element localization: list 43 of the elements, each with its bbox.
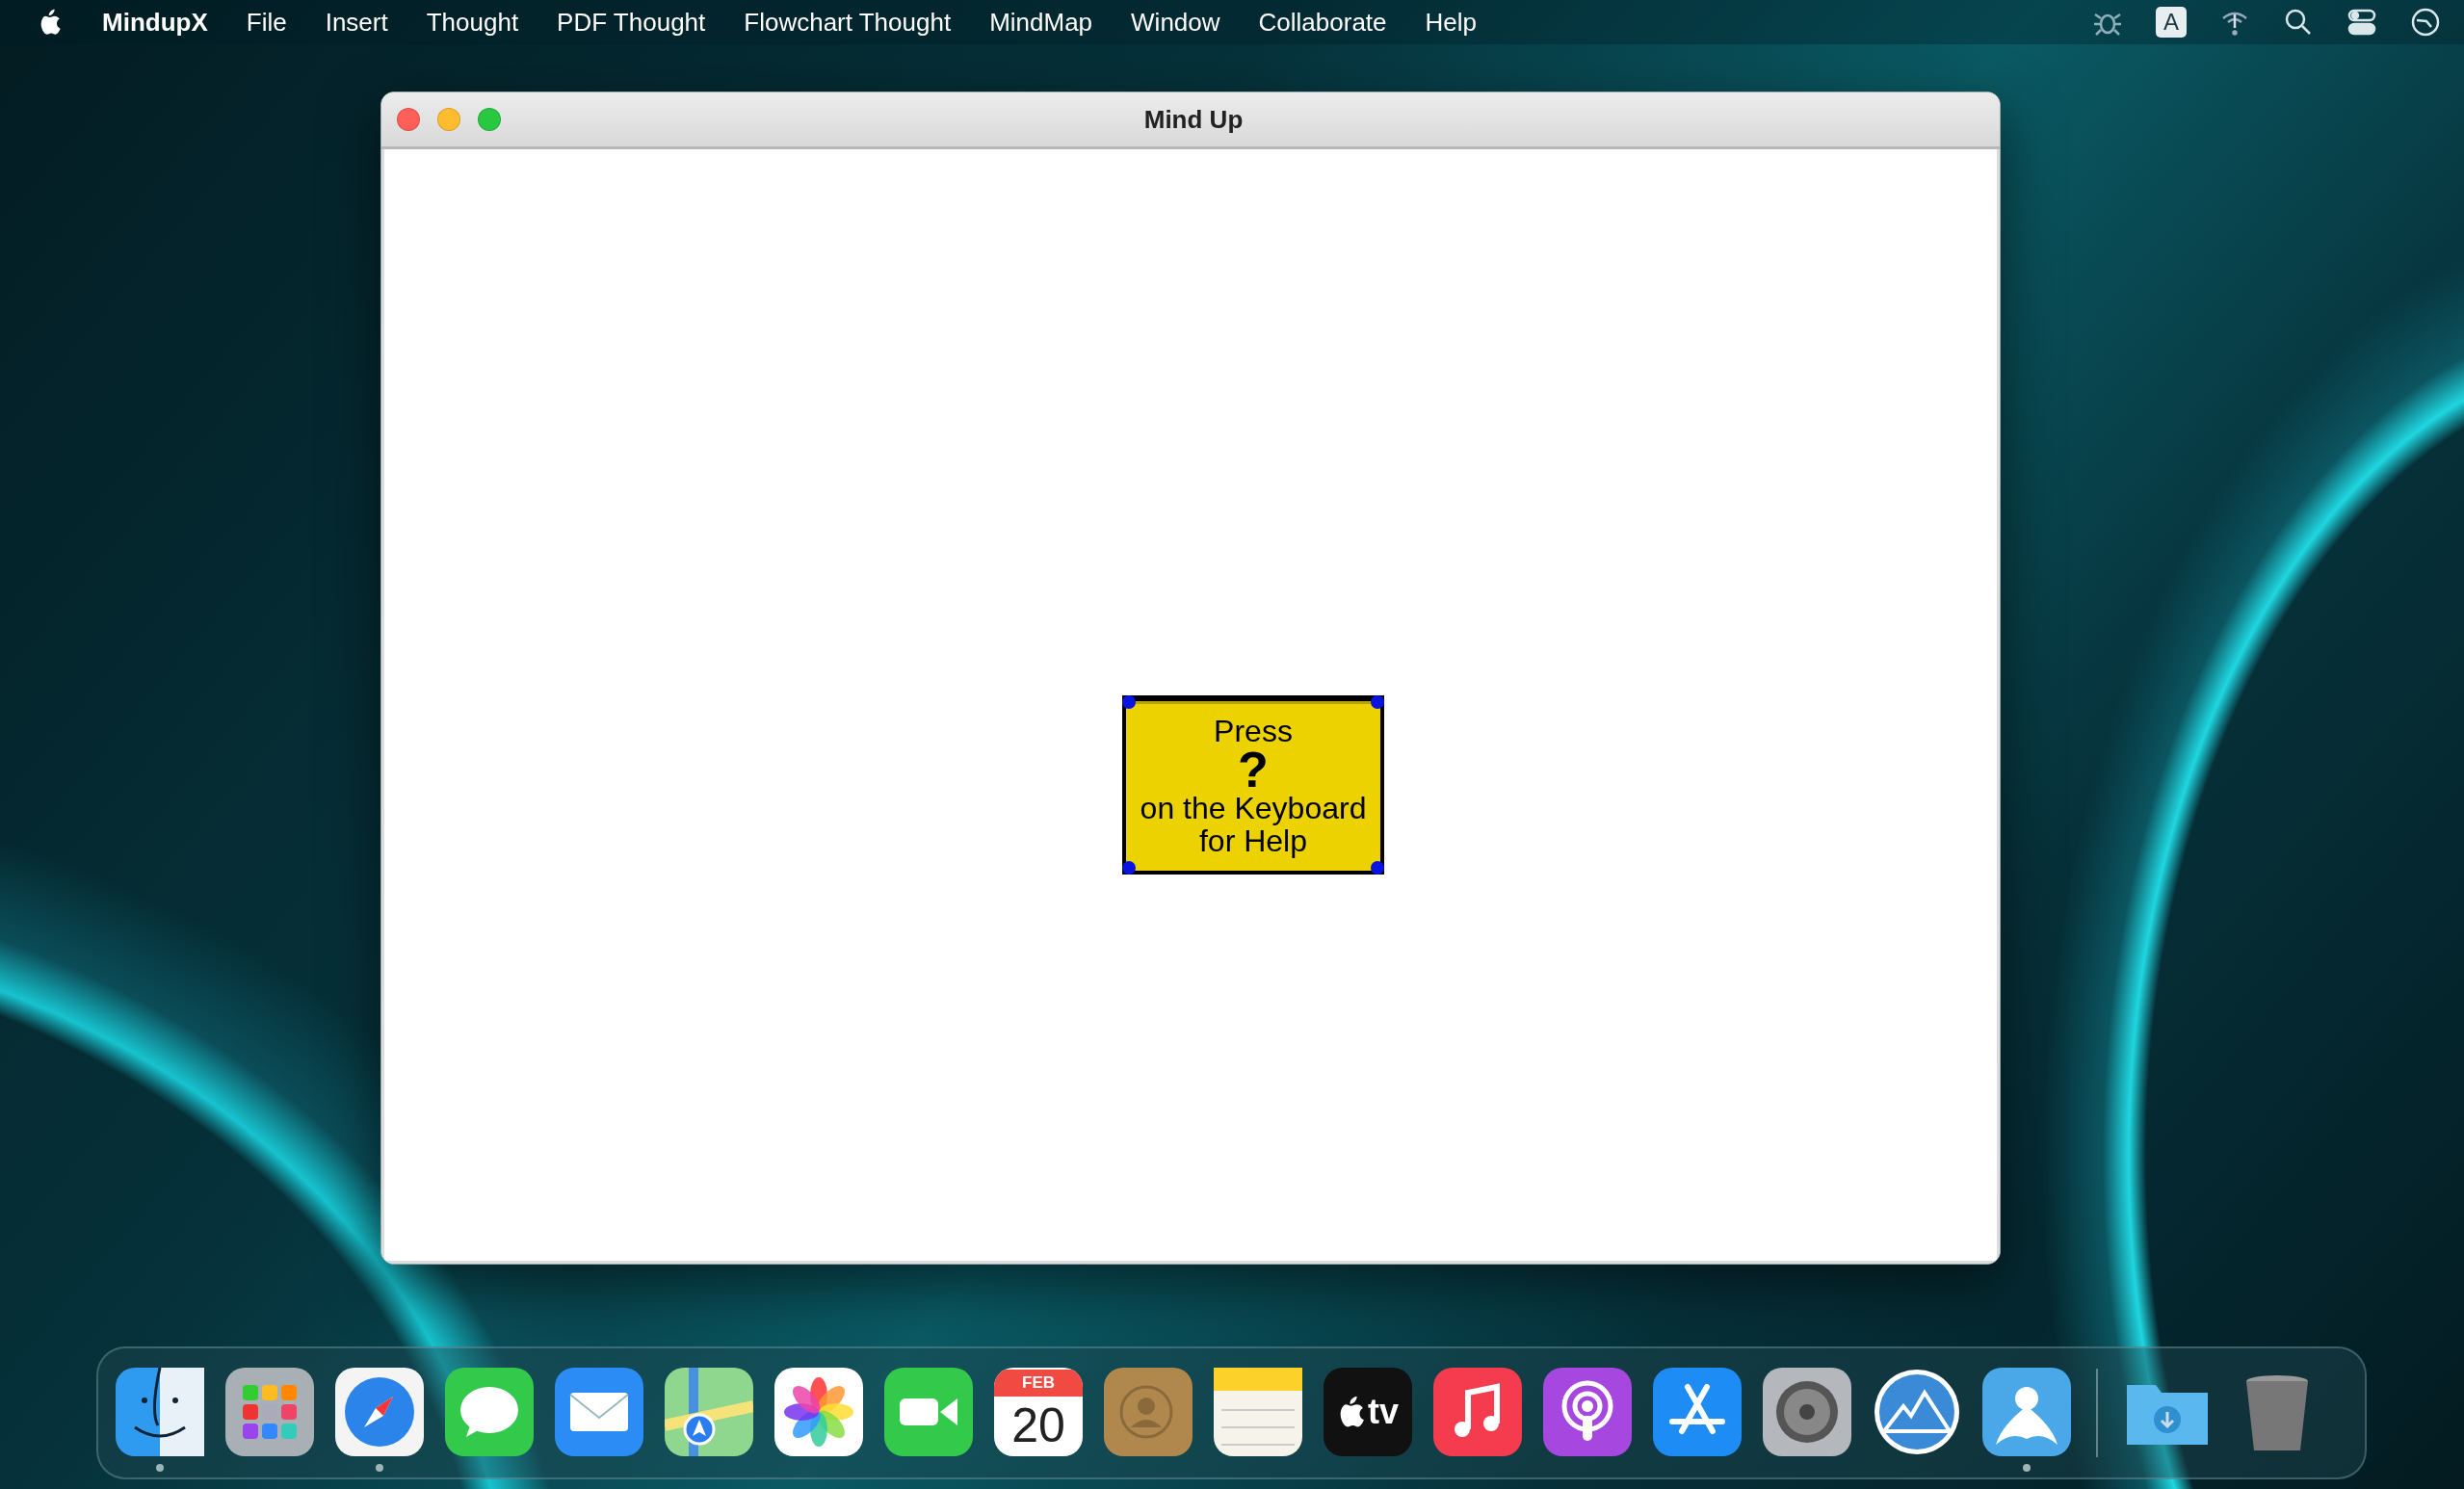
tv-label: tv (1368, 1392, 1399, 1432)
app-menu[interactable]: MindupX (102, 7, 208, 38)
input-source[interactable]: A (2156, 7, 2187, 38)
calendar-tile[interactable]: FEB 20 (994, 1368, 1083, 1456)
calendar-day: 20 (1011, 1397, 1065, 1454)
compass-icon[interactable] (335, 1368, 424, 1456)
selection-handle[interactable] (1122, 695, 1136, 709)
menu-item[interactable]: Flowchart Thought (744, 7, 952, 38)
mountain-icon[interactable] (1873, 1368, 1961, 1456)
close-button[interactable] (397, 108, 420, 131)
question-mark: ? (1238, 747, 1269, 792)
smiling-face-icon[interactable] (116, 1368, 204, 1456)
thought-text: Press (1214, 715, 1293, 747)
window-title: Mind Up (1142, 104, 1245, 135)
map-icon[interactable] (665, 1368, 753, 1456)
menu-item[interactable]: PDF Thought (557, 7, 706, 38)
menu-item[interactable]: Help (1425, 7, 1478, 38)
menu-item[interactable]: MindMap (989, 7, 1093, 38)
thought-node[interactable]: Press ? on the Keyboard for Help (1122, 695, 1384, 875)
toggle-switches-icon[interactable] (2346, 7, 2377, 38)
clock-icon[interactable] (2410, 7, 2441, 38)
envelope-icon[interactable] (555, 1368, 643, 1456)
thought-text: on the Keyboard (1140, 792, 1367, 824)
menu-item[interactable]: File (246, 7, 287, 38)
address-book-icon[interactable] (1104, 1368, 1193, 1456)
menu-item[interactable]: Window (1131, 7, 1220, 38)
selection-handle[interactable] (1122, 861, 1136, 875)
thought-text: for Help (1198, 824, 1307, 857)
calendar-month: FEB (994, 1370, 1083, 1397)
menu-item[interactable]: Thought (426, 7, 519, 38)
menu-item[interactable]: Insert (325, 7, 388, 38)
app-grid-icon[interactable] (225, 1368, 314, 1456)
podcast-icon[interactable] (1543, 1368, 1632, 1456)
app-store-icon[interactable] (1653, 1368, 1742, 1456)
flower-icon[interactable] (774, 1368, 863, 1456)
selection-handle[interactable] (1371, 695, 1384, 709)
video-camera-icon[interactable] (884, 1368, 973, 1456)
selection-handle[interactable] (1371, 861, 1384, 875)
speech-bubble-icon[interactable] (445, 1368, 534, 1456)
menu-item[interactable]: Collaborate (1258, 7, 1387, 38)
winged-figure-icon[interactable] (1982, 1368, 2071, 1456)
music-note-icon[interactable] (1433, 1368, 1522, 1456)
tv-app-tile[interactable]: tv (1324, 1368, 1412, 1456)
